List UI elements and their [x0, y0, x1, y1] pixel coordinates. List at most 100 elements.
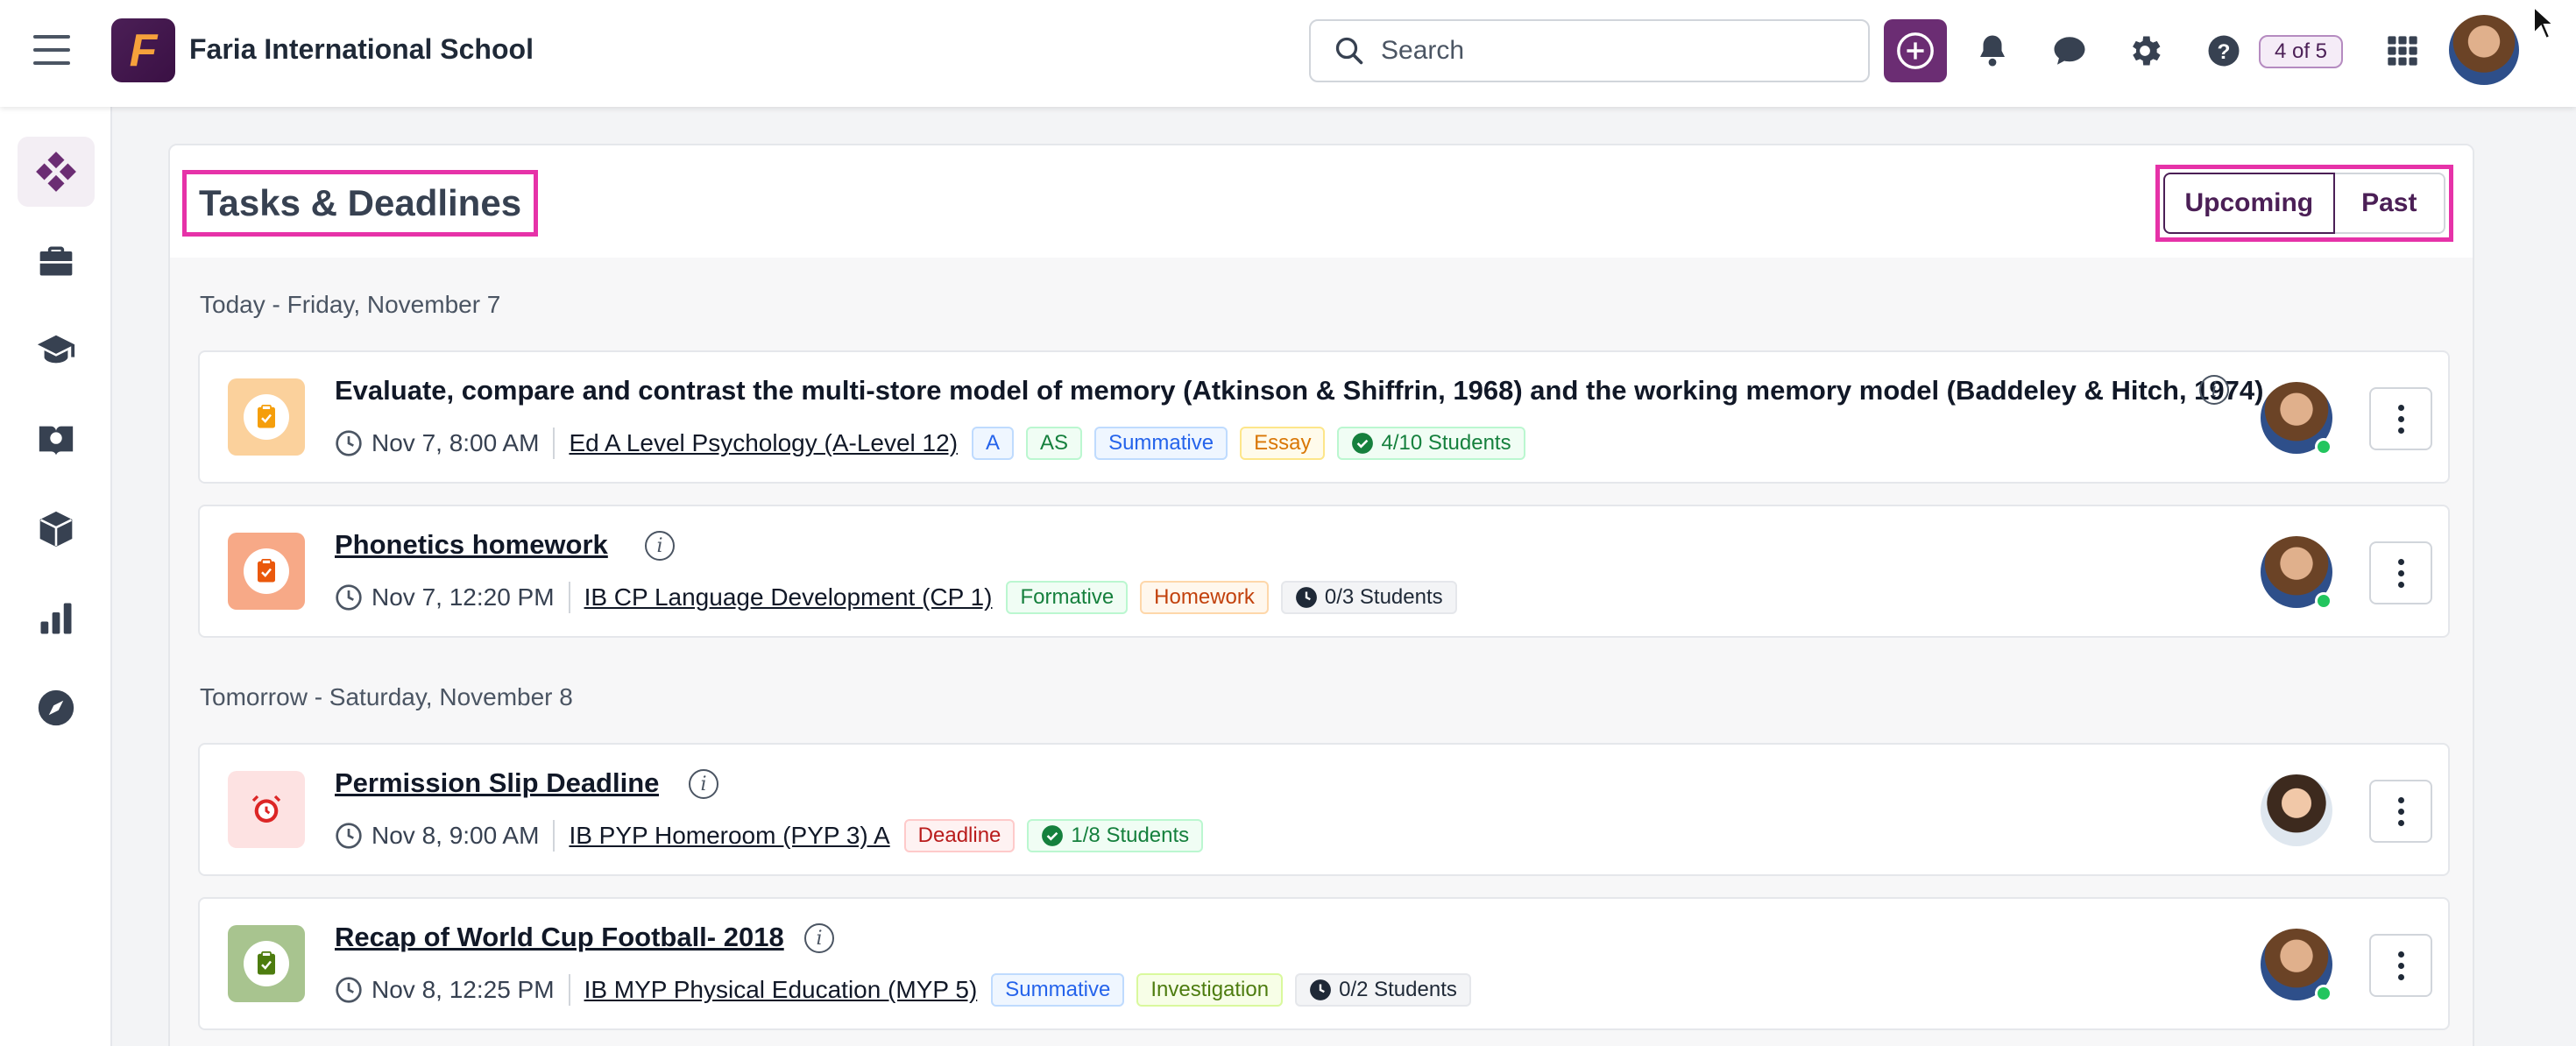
- task-title-link[interactable]: Recap of World Cup Football- 2018: [335, 922, 784, 953]
- tag-investigation: Investigation: [1136, 973, 1284, 1007]
- sidebar-item-library[interactable]: [18, 405, 95, 475]
- gear-icon: [2133, 36, 2161, 66]
- search-box[interactable]: [1309, 19, 1870, 82]
- student-progress-badge[interactable]: 0/3 Students: [1280, 581, 1457, 614]
- sidebar-item-portfolio[interactable]: [18, 226, 95, 296]
- plus-circle-icon: [1897, 32, 1934, 69]
- tag-deadline: Deadline: [903, 819, 1016, 852]
- past-button[interactable]: Past: [2334, 173, 2445, 234]
- user-avatar[interactable]: [2449, 15, 2519, 85]
- upcoming-button[interactable]: Upcoming: [2163, 173, 2335, 234]
- info-icon[interactable]: i: [804, 923, 834, 953]
- task-row[interactable]: Evaluate, compare and contrast the multi…: [198, 350, 2450, 484]
- task-type-icon: [228, 925, 305, 1002]
- more-options-button[interactable]: [2369, 387, 2432, 450]
- tag-summative: Summative: [1094, 427, 1228, 460]
- tag-essay: Essay: [1240, 427, 1326, 460]
- help-button[interactable]: ?: [2199, 26, 2248, 75]
- task-meta: Nov 7, 12:20 PM IB CP Language Developme…: [335, 578, 1469, 617]
- search-icon: [1335, 37, 1363, 65]
- cube-icon: [39, 511, 73, 548]
- tag-a: A: [972, 427, 1015, 460]
- page-title-highlight: Tasks & Deadlines: [182, 170, 539, 237]
- online-status-dot: [2315, 592, 2332, 610]
- task-datetime: Nov 8, 9:00 AM: [372, 822, 540, 849]
- more-options-button[interactable]: [2369, 934, 2432, 997]
- compass-icon: [38, 689, 74, 726]
- course-link[interactable]: IB PYP Homeroom (PYP 3) A: [569, 822, 889, 850]
- info-icon[interactable]: i: [2199, 375, 2229, 405]
- sidebar-item-academics[interactable]: [18, 315, 95, 385]
- clipboard-icon: [258, 951, 275, 975]
- top-bar: F Faria International School ? 4 of 5: [0, 0, 2576, 107]
- course-link[interactable]: IB MYP Physical Education (MYP 5): [584, 976, 978, 1004]
- teacher-avatar[interactable]: [2261, 774, 2332, 846]
- settings-button[interactable]: [2120, 26, 2169, 75]
- alarm-clock-icon: [251, 795, 281, 823]
- sidebar-item-reports[interactable]: [18, 583, 95, 654]
- clock-icon: [336, 823, 362, 849]
- task-type-icon: [228, 533, 305, 610]
- clipboard-icon: [258, 405, 275, 428]
- student-progress-badge[interactable]: 1/8 Students: [1027, 819, 1204, 852]
- info-icon[interactable]: i: [645, 531, 675, 561]
- task-meta: Nov 8, 12:25 PM IB MYP Physical Educatio…: [335, 971, 1483, 1009]
- task-title-link[interactable]: Permission Slip Deadline: [335, 767, 659, 799]
- task-meta: Nov 8, 9:00 AM IB PYP Homeroom (PYP 3) A…: [335, 816, 1215, 855]
- task-datetime: Nov 7, 8:00 AM: [372, 429, 540, 456]
- notifications-button[interactable]: [1968, 26, 2017, 75]
- messages-button[interactable]: [2045, 26, 2094, 75]
- question-circle-icon: ?: [2208, 35, 2240, 67]
- dashboard-icon: [36, 152, 76, 192]
- day-label-today: Today - Friday, November 7: [200, 291, 501, 318]
- task-row[interactable]: Permission Slip Deadline i Nov 8, 9:00 A…: [198, 743, 2450, 876]
- sidebar-item-resources[interactable]: [18, 494, 95, 564]
- apps-button[interactable]: [2378, 26, 2427, 75]
- svg-text:?: ?: [2218, 40, 2231, 64]
- page-title: Tasks & Deadlines: [199, 182, 522, 223]
- bell-icon: [1980, 35, 2005, 67]
- task-meta: Nov 7, 8:00 AM Ed A Level Psychology (A-…: [335, 424, 1538, 463]
- add-button[interactable]: [1884, 19, 1947, 82]
- online-status-dot: [2315, 985, 2332, 1002]
- task-datetime: Nov 7, 12:20 PM: [372, 583, 555, 611]
- student-progress-badge[interactable]: 4/10 Students: [1337, 427, 1525, 460]
- apps-grid-icon: [2388, 36, 2417, 66]
- hamburger-menu-icon[interactable]: [33, 35, 70, 65]
- graduation-cap-icon: [37, 335, 75, 364]
- online-status-dot: [2315, 438, 2332, 456]
- student-progress-badge[interactable]: 0/2 Students: [1295, 973, 1471, 1007]
- tag-summative: Summative: [991, 973, 1125, 1007]
- task-datetime: Nov 8, 12:25 PM: [372, 976, 555, 1003]
- book-globe-icon: [39, 426, 74, 456]
- chat-bubble-icon: [2054, 37, 2085, 65]
- sidebar-item-dashboard[interactable]: [18, 137, 95, 207]
- task-row[interactable]: Phonetics homework i Nov 7, 12:20 PM IB …: [198, 505, 2450, 638]
- more-options-button[interactable]: [2369, 541, 2432, 604]
- progress-badge[interactable]: 4 of 5: [2259, 35, 2343, 68]
- tag-homework: Homework: [1140, 581, 1269, 614]
- bar-chart-icon: [40, 603, 72, 634]
- card-header: Tasks & Deadlines Upcoming Past: [170, 145, 2473, 258]
- task-title-link[interactable]: Evaluate, compare and contrast the multi…: [335, 375, 2385, 406]
- school-logo[interactable]: F: [111, 18, 175, 82]
- clipboard-icon: [258, 559, 275, 583]
- course-link[interactable]: Ed A Level Psychology (A-Level 12): [569, 429, 958, 457]
- clock-filled-icon: [1310, 979, 1332, 1000]
- search-input[interactable]: [1381, 36, 1836, 66]
- sidebar: [0, 107, 112, 1046]
- task-row[interactable]: Recap of World Cup Football- 2018 i Nov …: [198, 897, 2450, 1030]
- mouse-cursor-icon: [2533, 5, 2556, 40]
- briefcase-icon: [39, 246, 73, 276]
- task-title-link[interactable]: Phonetics homework: [335, 529, 608, 561]
- check-circle-icon: [1352, 433, 1374, 454]
- clock-filled-icon: [1295, 587, 1317, 608]
- sidebar-item-explore[interactable]: [18, 673, 95, 743]
- task-type-icon: [228, 771, 305, 848]
- clock-icon: [336, 584, 362, 611]
- info-icon[interactable]: i: [689, 769, 718, 799]
- school-name[interactable]: Faria International School: [189, 33, 534, 66]
- tag-as: AS: [1026, 427, 1083, 460]
- more-options-button[interactable]: [2369, 780, 2432, 843]
- course-link[interactable]: IB CP Language Development (CP 1): [584, 583, 993, 611]
